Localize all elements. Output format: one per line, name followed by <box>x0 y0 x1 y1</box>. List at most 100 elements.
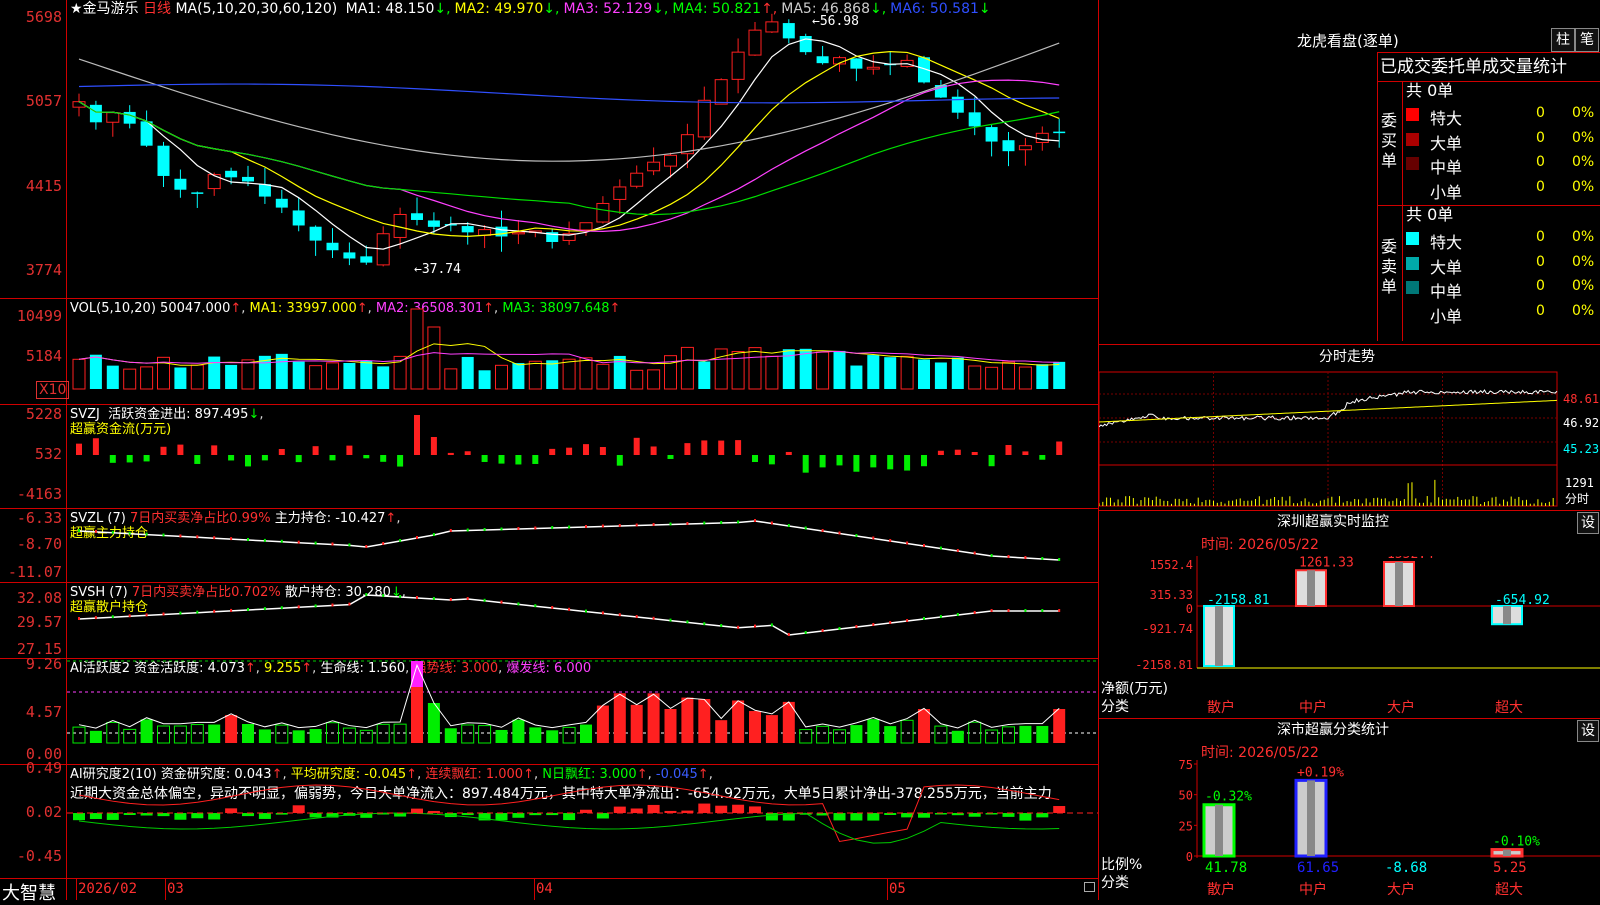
research-bar <box>749 806 761 813</box>
lock-icon[interactable] <box>1084 882 1095 892</box>
right-panel: 龙虎看盘(逐单) 柱 笔 已成交委托单成交量统计 委买单 共 0单 特大 0 0% 大… <box>1099 0 1600 900</box>
vol-bar <box>680 346 694 390</box>
stat-settings-button[interactable]: 设 <box>1577 720 1599 742</box>
vol-bar <box>190 364 204 390</box>
monitor-settings-button[interactable]: 设 <box>1577 512 1599 534</box>
flow-bar <box>768 455 775 465</box>
activity-bar <box>664 709 677 743</box>
vol-bar <box>630 369 644 390</box>
stat-bar[interactable] <box>1490 848 1524 858</box>
ma-line <box>78 50 1060 237</box>
monitor-chart[interactable]: 1552.4 315.330 -921.74 -2158.81 -2158.81 散户 12… <box>1099 556 1600 718</box>
svzj-chart[interactable] <box>67 405 1098 508</box>
indicator-dot <box>618 613 621 617</box>
flow-bar <box>549 448 556 455</box>
ma-line <box>78 101 1060 216</box>
activity-bar <box>732 700 745 743</box>
svsh-panel[interactable]: SVSH (7) 7日内买卖净占比0.702% 散户持仓: 30.280↓, 超… <box>0 583 1098 658</box>
flow-bar <box>261 455 268 461</box>
y-label: 10499 <box>16 307 62 325</box>
vol-panel[interactable]: VOL(5,10,20) 50047.000↑, MA1: 33997.000↑… <box>0 299 1098 404</box>
monitor-time: 时间: 2026/05/22 <box>1201 537 1319 553</box>
flow-bar <box>735 440 742 455</box>
flow-bar <box>109 455 116 463</box>
stat-ratio-label: 5.25 <box>1493 860 1527 876</box>
svsh-chart[interactable] <box>67 583 1098 658</box>
research-bar <box>495 813 508 821</box>
flow-bar <box>954 449 961 455</box>
date-axis: 大智慧 2026/02 03 04 05 <box>0 879 1098 904</box>
vol-bar <box>985 366 999 390</box>
monitor-category-label: 散户 <box>1207 699 1235 716</box>
activity-bar <box>900 719 914 744</box>
indicator-dot <box>263 607 266 611</box>
stat-bar[interactable] <box>1202 803 1236 858</box>
flow-bar <box>971 451 978 455</box>
ma-line <box>78 79 1060 232</box>
vol-bar <box>309 365 323 390</box>
y-label: 29.57 <box>16 613 62 631</box>
order-row-label: 大单 <box>1430 133 1463 153</box>
flow-bar <box>143 455 150 462</box>
candle <box>664 152 677 178</box>
order-row-pct: 0% <box>1572 105 1595 121</box>
monitor-bar[interactable] <box>1491 605 1523 626</box>
vol-bar <box>918 359 930 389</box>
stat-bar[interactable] <box>1294 778 1328 858</box>
activity-bar <box>850 725 863 743</box>
vol-bar <box>833 350 846 389</box>
svzj-panel[interactable]: SVZJ 活跃资金进出: 897.495↓, 超赢资金流(万元) 5228 53… <box>0 405 1098 508</box>
candle <box>461 222 474 245</box>
vol-bar <box>664 355 677 390</box>
indicator-dot <box>804 631 807 634</box>
vol-bar <box>461 356 474 389</box>
research-bar <box>89 813 102 820</box>
svzl-chart[interactable] <box>67 509 1098 582</box>
ai-research-chart[interactable] <box>67 765 1098 878</box>
indicator-dot <box>348 543 351 547</box>
flow-bar <box>498 455 505 464</box>
research-bar <box>698 803 711 813</box>
tick-mode-button[interactable]: 笔 <box>1575 28 1599 52</box>
indicator-dot <box>94 616 97 620</box>
indicator-dot <box>618 524 621 527</box>
candle <box>968 97 981 136</box>
activity-bar <box>342 727 356 744</box>
ai-activity-panel[interactable]: AI活跃度2 资金活跃度: 4.073↑, 9.255↑, 生命线: 1.560… <box>0 655 1098 764</box>
indicator-dot <box>923 617 925 620</box>
candle <box>866 55 880 75</box>
column-mode-button[interactable]: 柱 <box>1551 28 1575 52</box>
vol-bar <box>326 362 339 390</box>
sell-total: 共 0单 <box>1406 205 1454 224</box>
kline-chart[interactable] <box>67 0 1098 298</box>
stat-chart[interactable]: 75 50 25 0 -0.32% 41.78 散户 +0.19% 61.65 中户 -8.68 大户… <box>1099 760 1600 900</box>
indicator-dot <box>78 617 80 620</box>
indicator-dot <box>568 525 571 529</box>
ai-research-panel[interactable]: AI研究度2(10) 资金研究度: 0.043↑, 平均研究度: -0.045↑… <box>0 759 1098 878</box>
ai-activity-chart[interactable] <box>67 659 1098 764</box>
legend-swatch <box>1406 232 1419 245</box>
indicator-dot <box>111 615 114 619</box>
svzl-panel[interactable]: SVZL (7) 7日内买卖净占比0.99% 主力持仓: -10.427↑, 超… <box>0 509 1098 582</box>
divider <box>1099 718 1600 719</box>
vol-chart[interactable] <box>67 299 1098 404</box>
vol-bar <box>208 356 221 389</box>
order-row-pct: 0% <box>1572 229 1595 245</box>
stat-ratio-label: 61.65 <box>1297 860 1339 876</box>
vol-unit-badge[interactable]: X10 <box>36 381 70 399</box>
indicator-dot <box>230 537 233 541</box>
activity-bar <box>461 724 475 744</box>
monitor-bar[interactable] <box>1203 605 1235 667</box>
monitor-bar[interactable] <box>1295 569 1327 607</box>
indicator-dot <box>297 540 300 544</box>
legend-swatch <box>1406 182 1419 195</box>
monitor-bar[interactable] <box>1383 561 1415 607</box>
intraday-chart[interactable] <box>1099 368 1600 510</box>
indicator-dot <box>652 616 655 620</box>
indicator-dot <box>703 521 706 525</box>
kline-panel[interactable]: ★金马游乐 日线 MA(5,10,20,30,60,120) MA1: 48.1… <box>0 0 1098 298</box>
flow-bar <box>667 455 674 459</box>
indicator-dot <box>737 625 740 629</box>
indicator-dot <box>923 544 925 547</box>
candle <box>140 110 153 147</box>
